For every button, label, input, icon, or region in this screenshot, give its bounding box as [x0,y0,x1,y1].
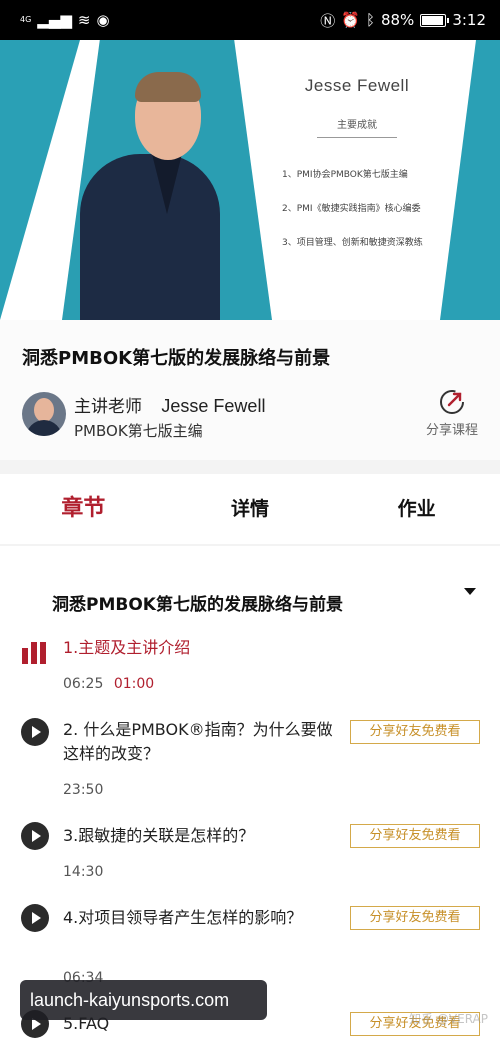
play-icon[interactable] [21,718,49,746]
achievement-item: 1、PMI协会PMBOK第七版主编 [282,170,408,180]
tab-details[interactable]: 详情 [167,474,334,544]
tab-bar: 章节 详情 作业 [0,474,500,544]
bluetooth-icon: ᛒ [365,11,375,29]
lesson-duration: 23:50 [63,782,104,798]
battery-icon [420,13,450,27]
share-course-label: 分享课程 [425,423,478,438]
achievements-list: 1、PMI协会PMBOK第七版主编 2、PMI《敏捷实践指南》核心编委 3、项目… [282,158,423,260]
lesson-title: 3.跟敏捷的关联是怎样的？ [63,826,255,845]
share-free-button[interactable]: 分享好友免费看 [350,906,480,930]
section-title[interactable]: 洞悉PMBOK第七版的发展脉络与前景 [52,590,343,615]
teacher-role: PMBOK第七版主编 [74,422,203,440]
alarm-icon: ⏰ [341,11,360,29]
status-bar: 4G ▂▄▆ ≋ ◉ Ⓝ ⏰ ᛒ 88% 3:12 [0,0,500,40]
chapter-list: 洞悉PMBOK第七版的发展脉络与前景 1.主题及主讲介绍 06:25 01:00… [0,546,500,1039]
wifi-icon: ≋ [77,11,91,29]
course-info: 洞悉PMBOK第七版的发展脉络与前景 主讲老师 Jesse Fewell PMB… [0,320,500,460]
lesson-progress: 01:00 [113,676,155,692]
course-banner[interactable]: Jesse Fewell 主要成就 1、PMI协会PMBOK第七版主编 2、PM… [0,40,500,320]
teacher-line: 主讲老师 Jesse Fewell [74,392,265,417]
lesson-title: 4.对项目领导者产生怎样的影响？ [63,908,303,927]
lesson-duration: 14:30 [63,864,104,880]
network-indicator: 4G [20,15,32,24]
banner-teacher-name: Jesse Fewell [304,76,410,95]
lesson-meta: 06:25 01:00 [63,676,154,692]
overlay-url-label: launch-kaiyunsports.com [20,980,267,1020]
lesson-title: 1.主题及主讲介绍 [63,638,191,657]
play-icon[interactable] [21,904,49,932]
signal-icon: ▂▄▆ [37,11,72,29]
battery-percent: 88% [380,11,415,29]
playing-icon [22,640,46,664]
chevron-down-icon[interactable] [464,588,476,595]
nfc-icon: Ⓝ [320,11,336,30]
teacher-name: Jesse Fewell [161,396,266,416]
lesson-title: 2. 什么是PMBOK®指南？为什么要做这样的改变？ [63,720,333,763]
lesson-duration: 06:25 [63,676,104,692]
tab-chapters[interactable]: 章节 [0,474,167,544]
watermark: 知乎 @VERAP [409,1012,488,1026]
avatar[interactable] [22,392,66,436]
share-free-button[interactable]: 分享好友免费看 [350,824,480,848]
course-title: 洞悉PMBOK第七版的发展脉络与前景 [22,348,331,369]
share-free-button[interactable]: 分享好友免费看 [350,720,480,744]
play-icon[interactable] [21,822,49,850]
tab-homework[interactable]: 作业 [333,474,500,544]
clock: 3:12 [452,11,486,29]
share-course-button[interactable]: 分享课程 [420,388,484,438]
teacher-photo [80,72,220,320]
banner-subtitle: 主要成就 [337,120,377,131]
achievement-item: 2、PMI《敏捷实践指南》核心编委 [282,204,421,214]
achievement-item: 3、项目管理、创新和敏捷资深教练 [282,238,423,248]
banner-divider [317,137,397,138]
eye-icon: ◉ [96,11,110,29]
banner-decoration [440,40,500,320]
share-icon [440,390,464,414]
teacher-label: 主讲老师 [74,397,142,417]
